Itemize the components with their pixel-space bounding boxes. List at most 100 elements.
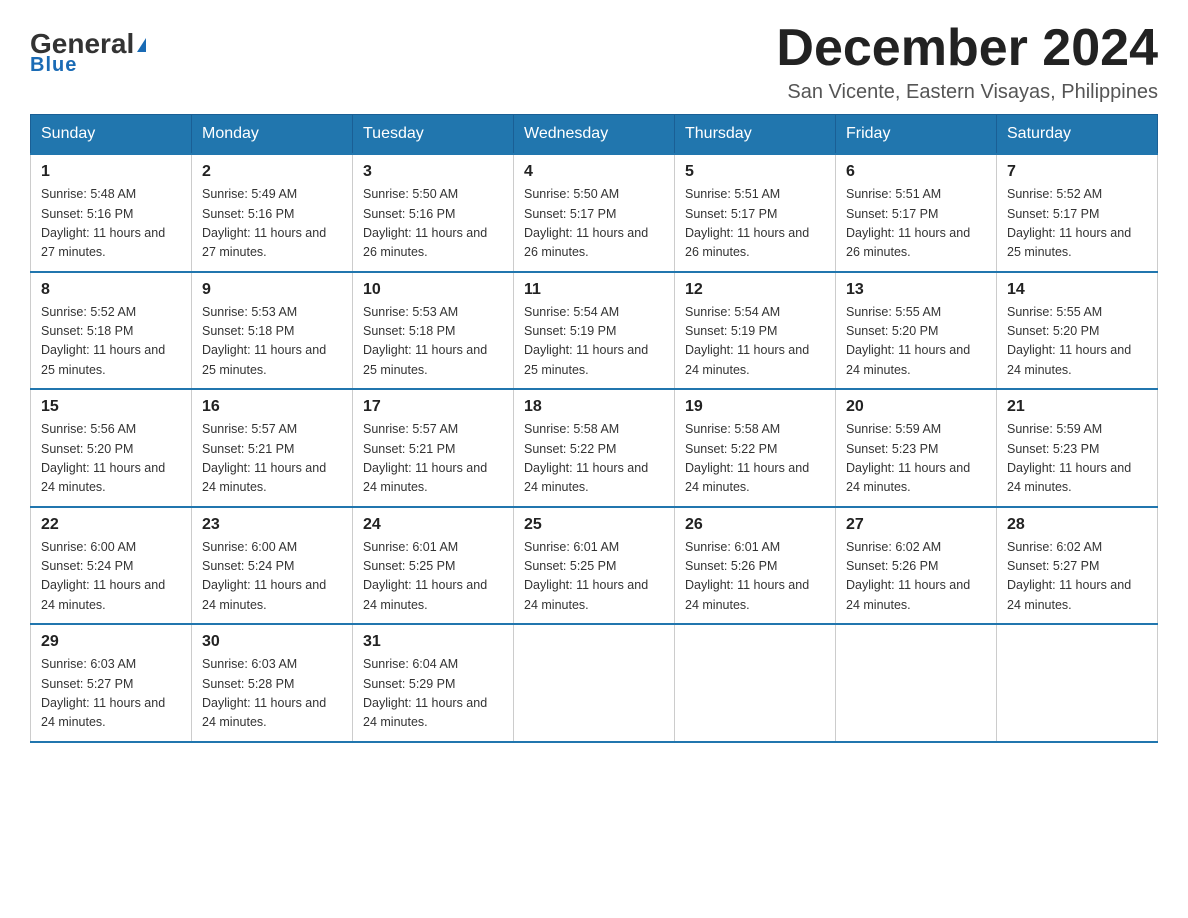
calendar-cell: 2 Sunrise: 5:49 AMSunset: 5:16 PMDayligh…	[192, 154, 353, 272]
calendar-header-row: Sunday Monday Tuesday Wednesday Thursday…	[31, 115, 1158, 155]
day-number: 24	[363, 516, 503, 534]
calendar-cell: 16 Sunrise: 5:57 AMSunset: 5:21 PMDaylig…	[192, 389, 353, 507]
calendar-week-3: 15 Sunrise: 5:56 AMSunset: 5:20 PMDaylig…	[31, 389, 1158, 507]
title-block: December 2024 San Vicente, Eastern Visay…	[776, 20, 1158, 104]
calendar-cell: 20 Sunrise: 5:59 AMSunset: 5:23 PMDaylig…	[836, 389, 997, 507]
day-info: Sunrise: 5:48 AMSunset: 5:16 PMDaylight:…	[41, 185, 181, 263]
day-info: Sunrise: 5:56 AMSunset: 5:20 PMDaylight:…	[41, 420, 181, 498]
day-info: Sunrise: 5:49 AMSunset: 5:16 PMDaylight:…	[202, 185, 342, 263]
page-header: General Blue December 2024 San Vicente, …	[30, 20, 1158, 104]
day-info: Sunrise: 5:57 AMSunset: 5:21 PMDaylight:…	[202, 420, 342, 498]
day-number: 1	[41, 163, 181, 181]
calendar-cell: 27 Sunrise: 6:02 AMSunset: 5:26 PMDaylig…	[836, 507, 997, 625]
day-info: Sunrise: 5:52 AMSunset: 5:17 PMDaylight:…	[1007, 185, 1147, 263]
day-info: Sunrise: 6:02 AMSunset: 5:26 PMDaylight:…	[846, 538, 986, 616]
day-info: Sunrise: 5:58 AMSunset: 5:22 PMDaylight:…	[685, 420, 825, 498]
day-info: Sunrise: 5:51 AMSunset: 5:17 PMDaylight:…	[846, 185, 986, 263]
header-sunday: Sunday	[31, 115, 192, 155]
header-tuesday: Tuesday	[353, 115, 514, 155]
day-info: Sunrise: 6:01 AMSunset: 5:25 PMDaylight:…	[524, 538, 664, 616]
day-info: Sunrise: 5:50 AMSunset: 5:16 PMDaylight:…	[363, 185, 503, 263]
day-info: Sunrise: 5:58 AMSunset: 5:22 PMDaylight:…	[524, 420, 664, 498]
logo-triangle-icon	[137, 38, 146, 52]
calendar-cell: 1 Sunrise: 5:48 AMSunset: 5:16 PMDayligh…	[31, 154, 192, 272]
day-number: 2	[202, 163, 342, 181]
day-number: 28	[1007, 516, 1147, 534]
calendar-week-2: 8 Sunrise: 5:52 AMSunset: 5:18 PMDayligh…	[31, 272, 1158, 390]
day-info: Sunrise: 5:53 AMSunset: 5:18 PMDaylight:…	[202, 303, 342, 381]
day-info: Sunrise: 6:00 AMSunset: 5:24 PMDaylight:…	[202, 538, 342, 616]
day-info: Sunrise: 6:01 AMSunset: 5:25 PMDaylight:…	[363, 538, 503, 616]
day-number: 18	[524, 398, 664, 416]
calendar-cell	[675, 624, 836, 742]
calendar-cell: 23 Sunrise: 6:00 AMSunset: 5:24 PMDaylig…	[192, 507, 353, 625]
day-number: 10	[363, 281, 503, 299]
day-number: 14	[1007, 281, 1147, 299]
calendar-cell: 17 Sunrise: 5:57 AMSunset: 5:21 PMDaylig…	[353, 389, 514, 507]
header-thursday: Thursday	[675, 115, 836, 155]
day-number: 9	[202, 281, 342, 299]
calendar-cell: 12 Sunrise: 5:54 AMSunset: 5:19 PMDaylig…	[675, 272, 836, 390]
calendar-cell: 26 Sunrise: 6:01 AMSunset: 5:26 PMDaylig…	[675, 507, 836, 625]
month-title: December 2024	[776, 20, 1158, 77]
logo: General Blue	[30, 30, 146, 77]
day-info: Sunrise: 5:59 AMSunset: 5:23 PMDaylight:…	[846, 420, 986, 498]
day-number: 5	[685, 163, 825, 181]
calendar-cell: 8 Sunrise: 5:52 AMSunset: 5:18 PMDayligh…	[31, 272, 192, 390]
header-friday: Friday	[836, 115, 997, 155]
day-info: Sunrise: 6:00 AMSunset: 5:24 PMDaylight:…	[41, 538, 181, 616]
calendar-cell: 25 Sunrise: 6:01 AMSunset: 5:25 PMDaylig…	[514, 507, 675, 625]
logo-blue: Blue	[30, 54, 77, 77]
calendar-cell: 30 Sunrise: 6:03 AMSunset: 5:28 PMDaylig…	[192, 624, 353, 742]
calendar-week-1: 1 Sunrise: 5:48 AMSunset: 5:16 PMDayligh…	[31, 154, 1158, 272]
day-info: Sunrise: 5:54 AMSunset: 5:19 PMDaylight:…	[524, 303, 664, 381]
day-number: 23	[202, 516, 342, 534]
calendar-cell: 3 Sunrise: 5:50 AMSunset: 5:16 PMDayligh…	[353, 154, 514, 272]
day-number: 3	[363, 163, 503, 181]
calendar-cell: 28 Sunrise: 6:02 AMSunset: 5:27 PMDaylig…	[997, 507, 1158, 625]
calendar-cell: 10 Sunrise: 5:53 AMSunset: 5:18 PMDaylig…	[353, 272, 514, 390]
calendar-cell: 7 Sunrise: 5:52 AMSunset: 5:17 PMDayligh…	[997, 154, 1158, 272]
header-wednesday: Wednesday	[514, 115, 675, 155]
day-info: Sunrise: 6:02 AMSunset: 5:27 PMDaylight:…	[1007, 538, 1147, 616]
day-info: Sunrise: 5:51 AMSunset: 5:17 PMDaylight:…	[685, 185, 825, 263]
day-number: 29	[41, 633, 181, 651]
day-number: 13	[846, 281, 986, 299]
calendar-cell: 9 Sunrise: 5:53 AMSunset: 5:18 PMDayligh…	[192, 272, 353, 390]
day-info: Sunrise: 5:55 AMSunset: 5:20 PMDaylight:…	[1007, 303, 1147, 381]
day-info: Sunrise: 5:54 AMSunset: 5:19 PMDaylight:…	[685, 303, 825, 381]
calendar-cell	[836, 624, 997, 742]
calendar-cell: 13 Sunrise: 5:55 AMSunset: 5:20 PMDaylig…	[836, 272, 997, 390]
location: San Vicente, Eastern Visayas, Philippine…	[776, 81, 1158, 104]
day-number: 6	[846, 163, 986, 181]
day-number: 31	[363, 633, 503, 651]
day-info: Sunrise: 5:57 AMSunset: 5:21 PMDaylight:…	[363, 420, 503, 498]
day-info: Sunrise: 6:01 AMSunset: 5:26 PMDaylight:…	[685, 538, 825, 616]
calendar-cell: 21 Sunrise: 5:59 AMSunset: 5:23 PMDaylig…	[997, 389, 1158, 507]
day-number: 27	[846, 516, 986, 534]
day-number: 30	[202, 633, 342, 651]
day-info: Sunrise: 5:59 AMSunset: 5:23 PMDaylight:…	[1007, 420, 1147, 498]
day-number: 12	[685, 281, 825, 299]
calendar-cell: 4 Sunrise: 5:50 AMSunset: 5:17 PMDayligh…	[514, 154, 675, 272]
calendar-table: Sunday Monday Tuesday Wednesday Thursday…	[30, 114, 1158, 743]
calendar-cell: 15 Sunrise: 5:56 AMSunset: 5:20 PMDaylig…	[31, 389, 192, 507]
day-info: Sunrise: 5:55 AMSunset: 5:20 PMDaylight:…	[846, 303, 986, 381]
calendar-cell: 14 Sunrise: 5:55 AMSunset: 5:20 PMDaylig…	[997, 272, 1158, 390]
header-monday: Monday	[192, 115, 353, 155]
calendar-cell: 24 Sunrise: 6:01 AMSunset: 5:25 PMDaylig…	[353, 507, 514, 625]
day-number: 8	[41, 281, 181, 299]
day-number: 26	[685, 516, 825, 534]
calendar-cell	[997, 624, 1158, 742]
header-saturday: Saturday	[997, 115, 1158, 155]
day-number: 22	[41, 516, 181, 534]
day-info: Sunrise: 6:04 AMSunset: 5:29 PMDaylight:…	[363, 655, 503, 733]
calendar-cell: 22 Sunrise: 6:00 AMSunset: 5:24 PMDaylig…	[31, 507, 192, 625]
calendar-cell	[514, 624, 675, 742]
calendar-cell: 5 Sunrise: 5:51 AMSunset: 5:17 PMDayligh…	[675, 154, 836, 272]
day-number: 11	[524, 281, 664, 299]
day-number: 7	[1007, 163, 1147, 181]
day-info: Sunrise: 6:03 AMSunset: 5:27 PMDaylight:…	[41, 655, 181, 733]
calendar-cell: 19 Sunrise: 5:58 AMSunset: 5:22 PMDaylig…	[675, 389, 836, 507]
day-number: 4	[524, 163, 664, 181]
